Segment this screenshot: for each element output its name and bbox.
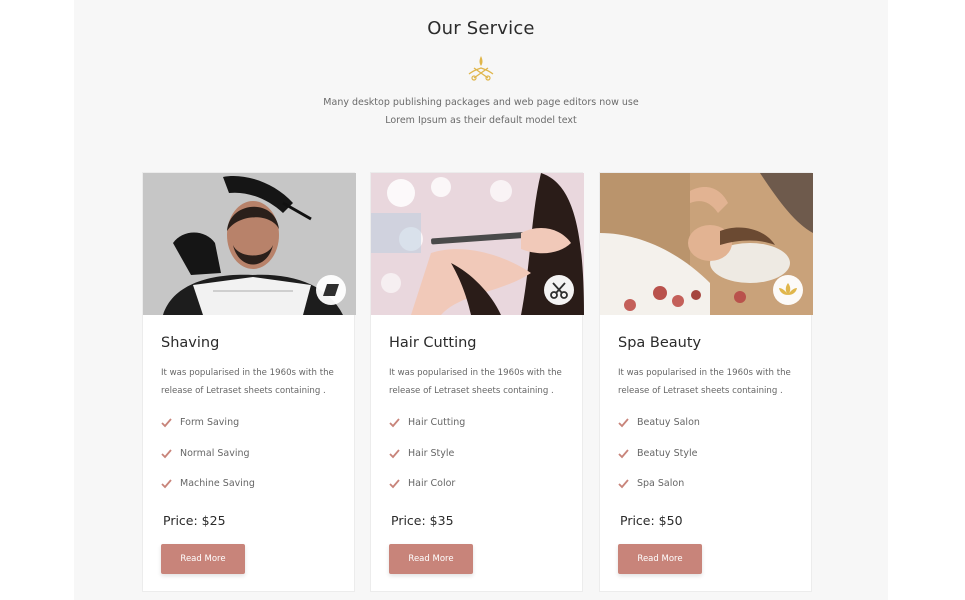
spa-beauty-image	[600, 173, 813, 315]
service-card-hair-cutting: Hair Cutting It was popularised in the 1…	[370, 172, 584, 592]
subtitle-line: Many desktop publishing packages and web…	[323, 97, 639, 108]
check-icon	[161, 448, 172, 458]
razor-icon	[316, 275, 346, 305]
feature-list: Form Saving Normal Saving Machine Saving	[161, 417, 255, 509]
card-title: Shaving	[161, 335, 220, 351]
feature-item: Beatuy Salon	[618, 417, 700, 448]
hair-cutting-image	[371, 173, 584, 315]
feature-item: Machine Saving	[161, 478, 255, 509]
feature-label: Normal Saving	[180, 447, 250, 459]
card-description: It was popularised in the 1960s with the…	[161, 364, 346, 400]
check-icon	[389, 479, 400, 489]
read-more-button[interactable]: Read More	[618, 544, 702, 574]
description-line: It was popularised in the 1960s with the	[618, 368, 791, 378]
card-title: Spa Beauty	[618, 335, 702, 351]
check-icon	[618, 418, 629, 428]
feature-item: Normal Saving	[161, 448, 255, 479]
feature-item: Form Saving	[161, 417, 255, 448]
feature-item: Hair Style	[389, 448, 465, 479]
subtitle-line: Lorem Ipsum as their default model text	[385, 115, 577, 126]
scissors-icon	[544, 275, 574, 305]
feature-item: Beatuy Style	[618, 448, 700, 479]
feature-label: Form Saving	[180, 417, 240, 428]
feature-label: Spa Salon	[637, 478, 685, 489]
description-line: release of Letraset sheets containing .	[618, 386, 783, 396]
price-label: Price: $35	[391, 513, 454, 528]
section-title: Our Service	[427, 18, 535, 39]
service-card-spa-beauty: Spa Beauty It was popularised in the 196…	[599, 172, 813, 592]
description-line: It was popularised in the 1960s with the	[161, 368, 334, 378]
description-line: release of Letraset sheets containing .	[161, 386, 326, 396]
shaving-image	[143, 173, 356, 315]
card-description: It was popularised in the 1960s with the…	[618, 364, 803, 400]
description-line: release of Letraset sheets containing .	[389, 386, 554, 396]
feature-item: Hair Cutting	[389, 417, 465, 448]
read-more-button[interactable]: Read More	[389, 544, 473, 574]
feature-label: Hair Color	[408, 478, 456, 489]
services-section: Our Service Many desktop publishing pack…	[74, 0, 888, 600]
feature-list: Beatuy Salon Beatuy Style Spa Salon	[618, 417, 700, 509]
check-icon	[389, 448, 400, 458]
check-icon	[618, 479, 629, 489]
price-label: Price: $50	[620, 513, 683, 528]
feature-item: Spa Salon	[618, 478, 700, 509]
read-more-button[interactable]: Read More	[161, 544, 245, 574]
feature-label: Beatuy Salon	[637, 417, 700, 428]
check-icon	[618, 448, 629, 458]
feature-label: Machine Saving	[180, 478, 255, 489]
card-title: Hair Cutting	[389, 335, 477, 351]
description-line: It was popularised in the 1960s with the	[389, 368, 562, 378]
service-card-shaving: Shaving It was popularised in the 1960s …	[142, 172, 356, 592]
check-icon	[161, 418, 172, 428]
scissors-ornament-icon	[468, 56, 494, 81]
price-label: Price: $25	[163, 513, 226, 528]
check-icon	[161, 479, 172, 489]
check-icon	[389, 418, 400, 428]
feature-item: Hair Color	[389, 478, 465, 509]
lotus-icon	[773, 275, 803, 305]
feature-label: Hair Style	[408, 447, 455, 459]
card-description: It was popularised in the 1960s with the…	[389, 364, 574, 400]
feature-label: Beatuy Style	[637, 447, 698, 459]
section-subtitle: Many desktop publishing packages and web…	[74, 94, 888, 130]
feature-list: Hair Cutting Hair Style Hair Color	[389, 417, 465, 509]
feature-label: Hair Cutting	[408, 417, 466, 428]
